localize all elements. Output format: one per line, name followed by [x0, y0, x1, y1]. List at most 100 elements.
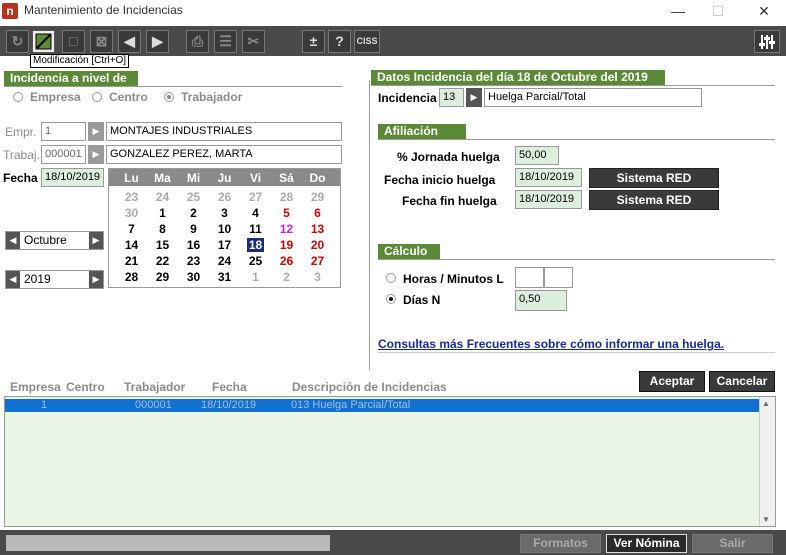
calendar-day[interactable]: 14	[116, 238, 147, 252]
calendar-day[interactable]: 28	[271, 190, 302, 204]
month-prev-button[interactable]: ◀	[6, 232, 20, 249]
scrollbar[interactable]: ▲ ▼	[759, 397, 775, 526]
minimize-button[interactable]: —	[658, 0, 698, 22]
next-button[interactable]: ▶	[146, 30, 169, 53]
help-button[interactable]: ?	[328, 30, 351, 53]
month-next-button[interactable]: ▶	[89, 232, 103, 249]
settings-button[interactable]	[754, 30, 780, 53]
empresa-name-field: MONTAJES INDUSTRIALES	[106, 122, 342, 141]
calendar-day[interactable]: 31	[209, 270, 240, 284]
calendar-day[interactable]: 25	[240, 254, 271, 268]
fecha-fin-field[interactable]: 18/10/2019	[515, 190, 582, 209]
calendar-day[interactable]: 12	[271, 222, 302, 236]
maximize-button[interactable]: ☐	[698, 0, 738, 22]
year-prev-button[interactable]: ◀	[6, 271, 20, 288]
calendar-day[interactable]: 16	[178, 238, 209, 252]
weekday-header: Ma	[154, 171, 171, 185]
calendar-day[interactable]: 20	[302, 238, 333, 252]
scroll-down-icon[interactable]: ▼	[762, 515, 770, 524]
trabajador-lookup-button[interactable]: ▶	[88, 145, 104, 164]
radio-centro-label: Centro	[109, 90, 148, 104]
calendar-day[interactable]: 22	[147, 254, 178, 268]
calendar-day[interactable]: 2	[178, 206, 209, 220]
calendar-day[interactable]: 27	[240, 190, 271, 204]
calendar-day[interactable]: 29	[302, 190, 333, 204]
new-button[interactable]: □	[62, 30, 85, 53]
jornada-field[interactable]: 50,00	[515, 146, 559, 165]
calendar-day[interactable]: 21	[116, 254, 147, 268]
calendar-day[interactable]: 28	[116, 270, 147, 284]
sistema-red-button-inicio[interactable]: Sistema RED	[589, 168, 719, 188]
salir-button[interactable]: Salir	[692, 534, 773, 553]
plusminus-button[interactable]: ±	[302, 30, 325, 53]
calendar-day[interactable]: 18	[240, 238, 271, 252]
calendar-day[interactable]: 7	[116, 222, 147, 236]
calendar-day[interactable]: 9	[178, 222, 209, 236]
radio-empresa[interactable]	[13, 92, 23, 102]
ver-nomina-button[interactable]: Ver Nómina	[606, 534, 687, 553]
calendar-day[interactable]: 25	[178, 190, 209, 204]
radio-dias[interactable]	[386, 294, 396, 304]
refresh-button[interactable]: ↻	[6, 30, 29, 53]
incidencia-lookup-button[interactable]: ▶	[466, 88, 482, 107]
dias-field[interactable]: 0,50	[515, 290, 567, 311]
calendar-day[interactable]: 24	[147, 190, 178, 204]
printer-icon: ⎙	[191, 33, 204, 49]
calendar-day[interactable]: 1	[240, 270, 271, 284]
calendar-day[interactable]: 3	[209, 206, 240, 220]
fecha-field[interactable]: 18/10/2019	[41, 168, 104, 187]
aceptar-button[interactable]: Aceptar	[639, 371, 705, 392]
calendar-day[interactable]: 2	[271, 270, 302, 284]
calendar-day[interactable]: 13	[302, 222, 333, 236]
year-next-button[interactable]: ▶	[89, 271, 103, 288]
calendar-day[interactable]: 5	[271, 206, 302, 220]
list-button[interactable]: ☰	[214, 30, 237, 53]
cancelar-button[interactable]: Cancelar	[709, 371, 775, 392]
calendar-day[interactable]: 23	[116, 190, 147, 204]
previous-button[interactable]: ◀	[118, 30, 141, 53]
calendar-day[interactable]: 29	[147, 270, 178, 284]
calendar-day[interactable]: 30	[178, 270, 209, 284]
ciss-button[interactable]: CISS	[354, 30, 380, 53]
year-selector[interactable]: ◀ 2019 ▶	[5, 270, 104, 289]
calendar-day[interactable]: 30	[116, 206, 147, 220]
modify-button[interactable]	[32, 30, 55, 53]
calendar-day-selected[interactable]: 18	[246, 238, 265, 252]
empresa-code-field[interactable]: 1	[41, 122, 86, 141]
calendar-day[interactable]: 6	[302, 206, 333, 220]
close-button[interactable]: ✕	[744, 0, 784, 22]
calendar-day[interactable]: 3	[302, 270, 333, 284]
formatos-button[interactable]: Formatos	[520, 534, 601, 553]
print-button[interactable]: ⎙	[186, 30, 209, 53]
month-selector[interactable]: ◀ Octubre ▶	[5, 231, 104, 250]
calendar-day[interactable]: 17	[209, 238, 240, 252]
incidencia-code-field[interactable]: 13	[439, 88, 464, 107]
radio-centro[interactable]	[92, 92, 102, 102]
calendar-day[interactable]: 1	[147, 206, 178, 220]
table-row[interactable]: 1 000001 18/10/2019 013 Huelga Parcial/T…	[5, 399, 760, 412]
weekday-header: Ju	[217, 171, 232, 185]
calendar-day[interactable]: 15	[147, 238, 178, 252]
calendar-day[interactable]: 26	[209, 190, 240, 204]
tools-button[interactable]: ✂	[242, 30, 265, 53]
calendar-day[interactable]: 19	[271, 238, 302, 252]
sistema-red-button-fin[interactable]: Sistema RED	[589, 190, 719, 210]
radio-horas[interactable]	[386, 273, 396, 283]
horas-field[interactable]	[515, 267, 544, 288]
fecha-inicio-field[interactable]: 18/10/2019	[515, 168, 582, 187]
calendar-day[interactable]: 27	[302, 254, 333, 268]
help-link[interactable]: Consultas más Frecuentes sobre cómo info…	[378, 337, 724, 351]
calendar-day[interactable]: 11	[240, 222, 271, 236]
empresa-lookup-button[interactable]: ▶	[88, 122, 104, 141]
calendar-day[interactable]: 24	[209, 254, 240, 268]
calendar-day[interactable]: 10	[209, 222, 240, 236]
scroll-up-icon[interactable]: ▲	[762, 399, 770, 408]
trabajador-code-field[interactable]: 000001	[41, 145, 86, 164]
calendar-day[interactable]: 26	[271, 254, 302, 268]
calendar-day[interactable]: 23	[178, 254, 209, 268]
calendar-day[interactable]: 8	[147, 222, 178, 236]
calendar-day[interactable]: 4	[240, 206, 271, 220]
minutos-field[interactable]	[544, 267, 573, 288]
radio-trabajador[interactable]	[164, 92, 174, 102]
delete-button[interactable]: ⊠	[90, 30, 113, 53]
